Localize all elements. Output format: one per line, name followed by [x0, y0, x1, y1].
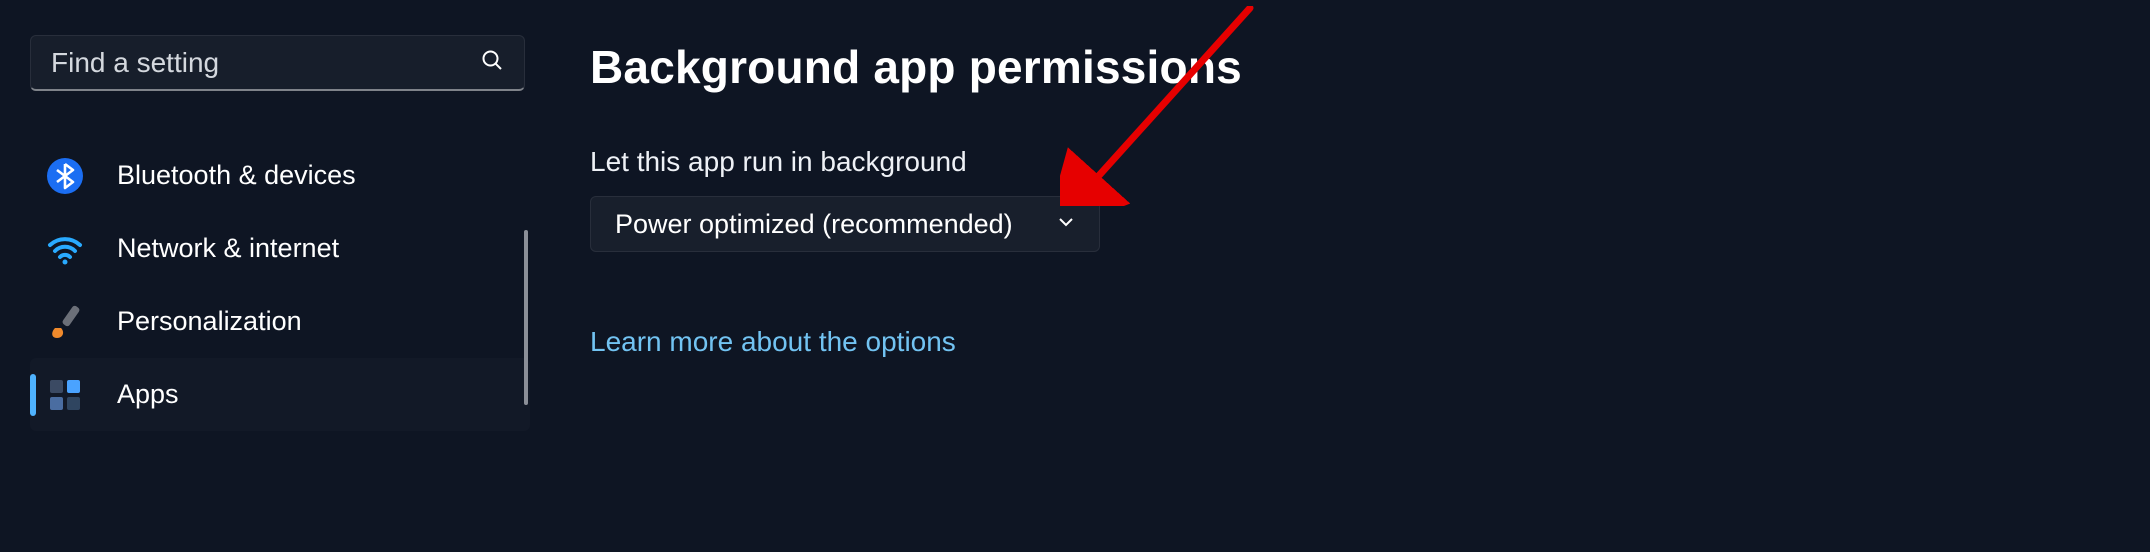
sidebar-nav: Bluetooth & devices Network & internet	[30, 139, 530, 431]
bluetooth-icon	[45, 156, 85, 196]
chevron-down-icon	[1057, 213, 1075, 236]
option-label: Let this app run in background	[590, 146, 2150, 178]
background-permission-dropdown[interactable]: Power optimized (recommended)	[590, 196, 1100, 252]
apps-icon	[45, 375, 85, 415]
sidebar-item-label: Bluetooth & devices	[117, 160, 356, 191]
search-box[interactable]	[30, 35, 525, 91]
sidebar-item-personalization[interactable]: Personalization	[30, 285, 530, 358]
learn-more-link[interactable]: Learn more about the options	[590, 326, 956, 358]
page-title: Background app permissions	[590, 40, 2150, 94]
sidebar-scrollbar[interactable]	[524, 230, 528, 405]
wifi-icon	[45, 229, 85, 269]
brush-icon	[45, 302, 85, 342]
search-input[interactable]	[51, 47, 480, 79]
sidebar-item-apps[interactable]: Apps	[30, 358, 530, 431]
sidebar-item-network[interactable]: Network & internet	[30, 212, 530, 285]
sidebar-item-label: Personalization	[117, 306, 302, 337]
sidebar: Bluetooth & devices Network & internet	[0, 0, 530, 552]
sidebar-item-bluetooth[interactable]: Bluetooth & devices	[30, 139, 530, 212]
sidebar-item-label: Network & internet	[117, 233, 339, 264]
active-indicator	[30, 374, 36, 416]
search-icon[interactable]	[480, 48, 504, 77]
main-content: Background app permissions Let this app …	[530, 0, 2150, 552]
sidebar-item-label: Apps	[117, 379, 179, 410]
dropdown-value: Power optimized (recommended)	[615, 209, 1013, 240]
